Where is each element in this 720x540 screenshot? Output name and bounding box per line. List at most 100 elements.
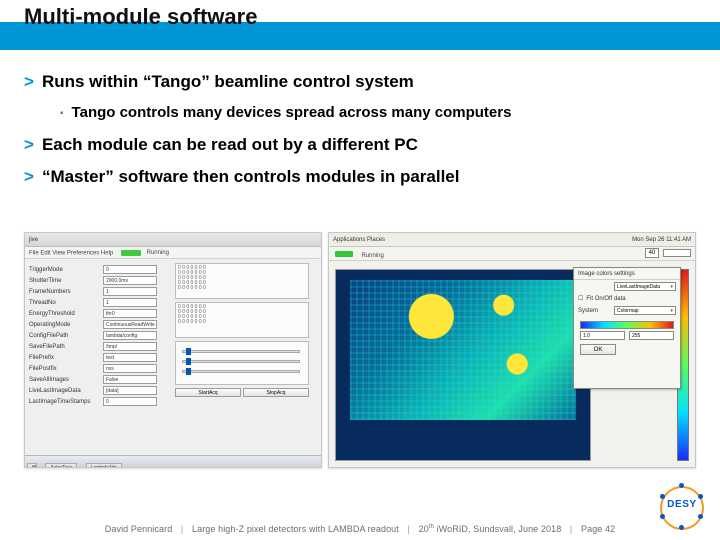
talk-title: Large high-Z pixel detectors with LAMBDA… <box>192 524 399 534</box>
ok-button[interactable]: OK <box>580 344 616 355</box>
data-matrix-box: 0 0 0 0 0 0 0 0 0 0 0 0 0 0 0 0 0 0 0 0 … <box>175 302 309 338</box>
taskbar-item[interactable]: LambdaAttr <box>86 463 122 468</box>
start-acq-button[interactable]: StartAcq <box>175 388 241 397</box>
form-label: ShutterTime <box>29 278 103 284</box>
status-text: Running <box>361 253 383 259</box>
progress-meter <box>663 249 691 257</box>
image-viewer-window: Applications Places Mon Sep 26 11:41 AM … <box>328 232 696 468</box>
form-row: SaveAllImagesFalse <box>29 375 169 384</box>
image-source-select[interactable]: LiveLastImageData <box>614 282 676 291</box>
footer-sep: | <box>570 524 572 534</box>
form-row: FrameNumbers1 <box>29 287 169 296</box>
form-label: FrameNumbers <box>29 289 103 295</box>
chevron-right-icon: > <box>24 167 34 187</box>
form-row: ThreadNo1 <box>29 298 169 307</box>
form-row: ShutterTime2000.0ms <box>29 276 169 285</box>
max-spin[interactable]: 255 <box>629 331 674 340</box>
chevron-right-icon: > <box>24 135 34 155</box>
taskbar: ⊞ AstorTree LambdaAttr <box>25 455 322 467</box>
pcb-heatmap <box>350 280 576 420</box>
screenshots-row: jive File Edit View Preferences Help Run… <box>24 232 696 474</box>
frame-count-badge: 40 <box>645 248 659 258</box>
form-label: OperatingMode <box>29 322 103 328</box>
form-field[interactable]: lambda/config <box>103 331 157 340</box>
bullet-level2: ▪ Tango controls many devices spread acr… <box>60 104 696 121</box>
form-label: TriggerMode <box>29 267 103 273</box>
start-menu-button[interactable]: ⊞ <box>27 463 37 468</box>
page-number: Page 42 <box>581 524 615 534</box>
form-field[interactable]: ContinuousReadWrite <box>103 320 157 329</box>
form-label: LiveLastImageData <box>29 388 103 394</box>
detector-image-panel[interactable] <box>335 269 591 461</box>
bullet-text: Tango controls many devices spread acros… <box>72 104 512 121</box>
form-field[interactable]: 0 <box>103 397 157 406</box>
min-spin[interactable]: 1.0 <box>580 331 625 340</box>
bullet-level1: > Runs within “Tango” beamline control s… <box>24 72 696 92</box>
image-colors-dialog: Image colors settings LiveLastImageData … <box>573 267 681 389</box>
form-field[interactable]: [data] <box>103 386 157 395</box>
form-field[interactable]: test <box>103 353 157 362</box>
form-label: ThreadNo <box>29 300 103 306</box>
desy-logo: DESY <box>658 484 706 532</box>
slide: Multi-module software > Runs within “Tan… <box>0 0 720 540</box>
form-field[interactable]: 0 <box>103 265 157 274</box>
system-label: System <box>578 308 598 314</box>
author-text: David Pennicard <box>105 524 173 534</box>
bullet-level1: > “Master” software then controls module… <box>24 167 696 187</box>
fit-option-label[interactable]: Fit On/Off data <box>586 296 625 302</box>
form-row: OperatingModeContinuousReadWrite <box>29 320 169 329</box>
form-row: EnergyThresholdthr0 <box>29 309 169 318</box>
stop-acq-button[interactable]: StopAcq <box>243 388 309 397</box>
checkbox-label: ☐ <box>578 295 583 302</box>
gnome-top-bar: Applications Places Mon Sep 26 11:41 AM <box>329 233 695 247</box>
bullet-level1: > Each module can be read out by a diffe… <box>24 135 696 155</box>
form-row: LastImageTimeStamps0 <box>29 397 169 406</box>
menubar-text[interactable]: File Edit View Preferences Help <box>29 251 113 257</box>
threshold-sliders[interactable] <box>175 341 309 385</box>
status-led-icon <box>121 250 141 256</box>
jive-titlebar: jive <box>25 233 321 247</box>
form-field[interactable]: nxs <box>103 364 157 373</box>
footer-sep: | <box>408 524 410 534</box>
form-row: LiveLastImageData[data] <box>29 386 169 395</box>
footer-sep: | <box>181 524 183 534</box>
taskbar-item[interactable]: AstorTree <box>45 463 77 468</box>
menubar-text[interactable]: Applications Places <box>333 237 385 243</box>
clock-text: Mon Sep 26 11:41 AM <box>632 233 691 247</box>
bullet-text: Runs within “Tango” beamline control sys… <box>42 72 414 92</box>
form-label: SaveAllImages <box>29 377 103 383</box>
form-field[interactable]: False <box>103 375 157 384</box>
colormap-preview <box>580 321 674 329</box>
bullet-list: > Runs within “Tango” beamline control s… <box>24 72 696 199</box>
form-field[interactable]: 1 <box>103 287 157 296</box>
form-row: TriggerMode0 <box>29 265 169 274</box>
form-label: LastImageTimeStamps <box>29 399 103 405</box>
status-led-icon <box>335 251 353 257</box>
conference-text: 20th iWoRID, Sundsvall, June 2018 <box>419 524 562 534</box>
viewer-toolbar: Running 40 <box>329 247 695 261</box>
side-boxes: 0 0 0 0 0 0 0 0 0 0 0 0 0 0 0 0 0 0 0 0 … <box>175 263 309 397</box>
bullet-text: “Master” software then controls modules … <box>42 167 460 187</box>
data-matrix-box: 0 0 0 0 0 0 0 0 0 0 0 0 0 0 0 0 0 0 0 0 … <box>175 263 309 299</box>
form-label: FilePostfix <box>29 366 103 372</box>
form-field[interactable]: 1 <box>103 298 157 307</box>
form-row: FilePostfixnxs <box>29 364 169 373</box>
jive-window: jive File Edit View Preferences Help Run… <box>24 232 322 468</box>
square-bullet-icon: ▪ <box>60 108 64 121</box>
form-label: ConfigFilePath <box>29 333 103 339</box>
logo-text: DESY <box>658 499 706 510</box>
form-row: ConfigFilePathlambda/config <box>29 331 169 340</box>
jive-menubar: File Edit View Preferences Help Running <box>25 247 321 259</box>
chevron-right-icon: > <box>24 72 34 92</box>
form-field[interactable]: 2000.0ms <box>103 276 157 285</box>
form-row: FilePrefixtest <box>29 353 169 362</box>
form-row: SaveFilePath/tmp/ <box>29 342 169 351</box>
attribute-form: TriggerMode0 ShutterTime2000.0ms FrameNu… <box>29 265 169 408</box>
slide-footer: David Pennicard | Large high-Z pixel det… <box>0 524 720 534</box>
form-field[interactable]: thr0 <box>103 309 157 318</box>
colormap-select[interactable]: Colormap <box>614 306 676 315</box>
status-text: Running <box>147 247 169 259</box>
form-field[interactable]: /tmp/ <box>103 342 157 351</box>
form-label: SaveFilePath <box>29 344 103 350</box>
form-label: FilePrefix <box>29 355 103 361</box>
